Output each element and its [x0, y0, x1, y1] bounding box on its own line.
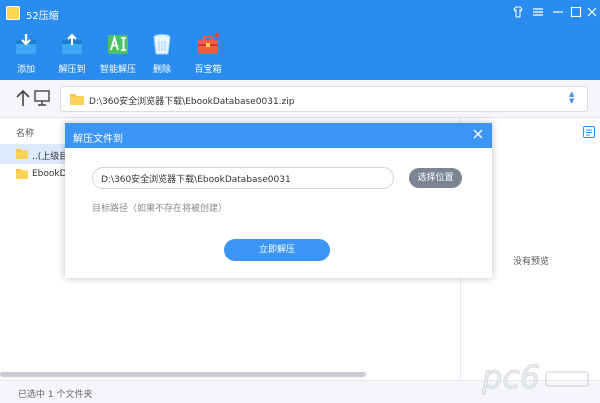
- column-header-name[interactable]: 名称: [16, 126, 34, 139]
- destination-path-input[interactable]: [92, 167, 394, 189]
- toolbar: 添加 解压到 智能解压 删除 百宝箱: [0, 26, 600, 80]
- list-item-name: EbookD: [32, 169, 67, 179]
- path-text: D:\360安全浏览器下载\EbookDatabase0031.zip: [89, 97, 295, 107]
- menu-icon[interactable]: [528, 2, 548, 22]
- delete-icon: [153, 34, 171, 55]
- horizontal-scrollbar[interactable]: [0, 372, 366, 377]
- no-preview-text: 没有预览: [513, 257, 550, 267]
- extract-now-button[interactable]: 立即解压: [224, 239, 330, 261]
- folder-icon: [70, 94, 84, 105]
- folder-icon: [16, 149, 28, 159]
- computer-icon[interactable]: [34, 89, 50, 107]
- list-item-name: ..(上级目: [32, 152, 69, 162]
- path-dropdown-icon[interactable]: ▲ ▼: [569, 91, 574, 105]
- preview-toggle-icon[interactable]: [583, 126, 595, 138]
- watermark-logo: pc6: [480, 352, 590, 400]
- destination-hint: 目标路径（如果不存在将被创建）: [92, 204, 228, 214]
- title-bar: 52压缩: [0, 0, 600, 26]
- toolbox-button[interactable]: 百宝箱: [186, 30, 230, 76]
- svg-text:pc6: pc6: [481, 358, 540, 396]
- close-icon[interactable]: [469, 127, 487, 145]
- toolbox-label: 百宝箱: [194, 65, 222, 75]
- dialog-title: 解压文件到: [73, 134, 123, 145]
- extract-dialog: 解压文件到 选择位置 目标路径（如果不存在将被创建） 立即解压: [65, 123, 492, 278]
- skin-icon[interactable]: [508, 2, 528, 22]
- toolbox-icon: [198, 32, 220, 54]
- app-logo-icon: [6, 6, 20, 20]
- path-field[interactable]: D:\360安全浏览器下载\EbookDatabase0031.zip ▲ ▼: [60, 86, 588, 112]
- up-arrow-icon[interactable]: [14, 88, 32, 108]
- choose-location-button[interactable]: 选择位置: [409, 168, 462, 188]
- add-icon: [16, 34, 36, 54]
- dialog-title-bar: 解压文件到: [65, 123, 492, 148]
- minimize-icon[interactable]: [548, 2, 568, 22]
- app-title: 52压缩: [26, 11, 59, 22]
- close-icon[interactable]: [582, 2, 600, 22]
- extract-to-icon: [62, 33, 82, 54]
- smart-extract-icon: [108, 34, 128, 54]
- address-bar: D:\360安全浏览器下载\EbookDatabase0031.zip ▲ ▼: [0, 80, 600, 118]
- status-text: 已选中 1 个文件夹: [18, 390, 93, 400]
- folder-icon: [16, 169, 28, 179]
